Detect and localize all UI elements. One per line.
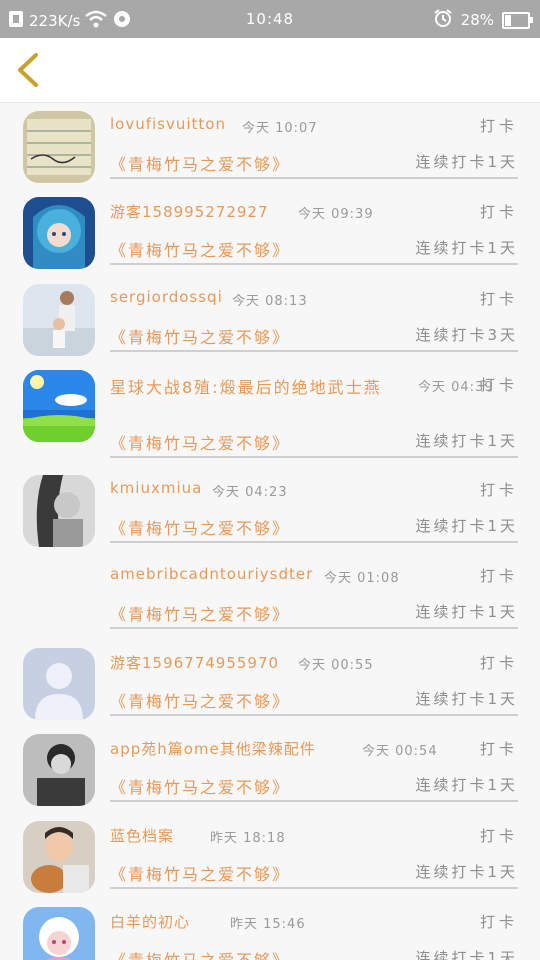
username[interactable]: 游客1596774955970 [110, 652, 279, 673]
book-title[interactable]: 《青梅竹马之爱不够》 [110, 430, 290, 454]
streak-text: 连续打卡3天 [415, 326, 518, 344]
streak-text: 连续打卡1天 [415, 603, 518, 621]
checkin-time: 今天 09:39 [298, 207, 374, 222]
list-item[interactable]: kmiuxmiua 今天 04:23 打卡 《青梅竹马之爱不够》 连续打卡1天 [0, 475, 540, 557]
streak-text: 连续打卡1天 [415, 949, 518, 960]
status-right: 28% [433, 8, 533, 32]
list-item[interactable]: 游客158995272927 今天 09:39 打卡 《青梅竹马之爱不够》 连续… [0, 197, 540, 279]
list-item[interactable]: lovufisvuitton 今天 10:07 打卡 《青梅竹马之爱不够》 连续… [0, 111, 540, 193]
avatar[interactable] [23, 111, 95, 183]
list-item[interactable]: 游客1596774955970 今天 00:55 打卡 《青梅竹马之爱不够》 连… [0, 648, 540, 730]
checkin-time: 今天 00:55 [298, 658, 374, 673]
battery-icon [502, 11, 533, 29]
list-item[interactable]: app苑h篇ome其他梁辣配件 今天 00:54 打卡 《青梅竹马之爱不够》 连… [0, 734, 540, 816]
checkin-label: 打卡 [479, 827, 518, 845]
avatar[interactable] [23, 475, 95, 547]
checkin-label: 打卡 [479, 567, 518, 585]
username[interactable]: sergiordossqi [110, 288, 223, 306]
checkin-label: 打卡 [479, 117, 518, 135]
checkin-label: 打卡 [479, 290, 518, 308]
chevron-left-icon [18, 53, 38, 87]
book-title[interactable]: 《青梅竹马之爱不够》 [110, 324, 290, 348]
book-title[interactable]: 《青梅竹马之爱不够》 [110, 237, 290, 261]
streak-text: 连续打卡1天 [415, 153, 518, 171]
list-item[interactable]: sergiordossqi 今天 08:13 打卡 《青梅竹马之爱不够》 连续打… [0, 284, 540, 366]
streak-text: 连续打卡1天 [415, 517, 518, 535]
checkin-label: 打卡 [479, 376, 518, 394]
checkin-time: 今天 00:54 [362, 744, 438, 759]
streak-text: 连续打卡1天 [415, 690, 518, 708]
checkin-time: 今天 08:13 [232, 294, 308, 309]
checkin-list[interactable]: lovufisvuitton 今天 10:07 打卡 《青梅竹马之爱不够》 连续… [0, 103, 540, 960]
avatar[interactable] [23, 907, 95, 960]
streak-text: 连续打卡1天 [415, 776, 518, 794]
username[interactable]: lovufisvuitton [110, 115, 226, 133]
checkin-label: 打卡 [479, 203, 518, 221]
avatar[interactable] [23, 821, 95, 893]
back-button[interactable] [10, 50, 50, 90]
checkin-time: 今天 10:07 [242, 121, 318, 136]
username[interactable]: 蓝色档案 [110, 825, 174, 846]
list-item[interactable]: 白羊的初心 昨天 15:46 打卡 《青梅竹马之爱不够》 连续打卡1天 [0, 907, 540, 960]
username[interactable]: 星球大战8殖:煅最后的绝地武士燕 [110, 374, 410, 402]
alarm-icon [433, 8, 453, 32]
avatar[interactable] [23, 370, 95, 442]
streak-text: 连续打卡1天 [415, 432, 518, 450]
avatar[interactable] [23, 648, 95, 720]
book-title[interactable]: 《青梅竹马之爱不够》 [110, 601, 290, 625]
checkin-label: 打卡 [479, 481, 518, 499]
checkin-label: 打卡 [479, 913, 518, 931]
book-title[interactable]: 《青梅竹马之爱不够》 [110, 688, 290, 712]
username[interactable]: 白羊的初心 [110, 911, 190, 932]
list-item[interactable]: 蓝色档案 昨天 18:18 打卡 《青梅竹马之爱不够》 连续打卡1天 [0, 821, 540, 903]
book-title[interactable]: 《青梅竹马之爱不够》 [110, 515, 290, 539]
book-title[interactable]: 《青梅竹马之爱不够》 [110, 861, 290, 885]
avatar[interactable] [23, 284, 95, 356]
username[interactable]: 游客158995272927 [110, 201, 269, 222]
book-title[interactable]: 《青梅竹马之爱不够》 [110, 774, 290, 798]
username[interactable]: amebribcadntouriysdter [110, 565, 313, 583]
book-title[interactable]: 《青梅竹马之爱不够》 [110, 947, 290, 960]
checkin-time: 昨天 15:46 [230, 917, 306, 932]
book-title[interactable]: 《青梅竹马之爱不够》 [110, 151, 290, 175]
streak-text: 连续打卡1天 [415, 863, 518, 881]
nav-bar [0, 38, 540, 103]
username[interactable]: kmiuxmiua [110, 479, 202, 497]
checkin-label: 打卡 [479, 740, 518, 758]
streak-text: 连续打卡1天 [415, 239, 518, 257]
battery-percent: 28% [460, 11, 494, 29]
checkin-label: 打卡 [479, 654, 518, 672]
checkin-time: 今天 01:08 [324, 571, 400, 586]
status-bar: 223K/s 10:48 28% [0, 0, 540, 38]
list-item[interactable]: amebribcadntouriysdter 今天 01:08 打卡 《青梅竹马… [0, 561, 540, 643]
avatar[interactable] [23, 734, 95, 806]
avatar[interactable] [23, 197, 95, 269]
username[interactable]: app苑h篇ome其他梁辣配件 [110, 738, 316, 759]
list-item[interactable]: 星球大战8殖:煅最后的绝地武士燕 今天 04:39 打卡 《青梅竹马之爱不够》 … [0, 370, 540, 470]
checkin-time: 昨天 18:18 [210, 831, 286, 846]
checkin-time: 今天 04:23 [212, 485, 288, 500]
